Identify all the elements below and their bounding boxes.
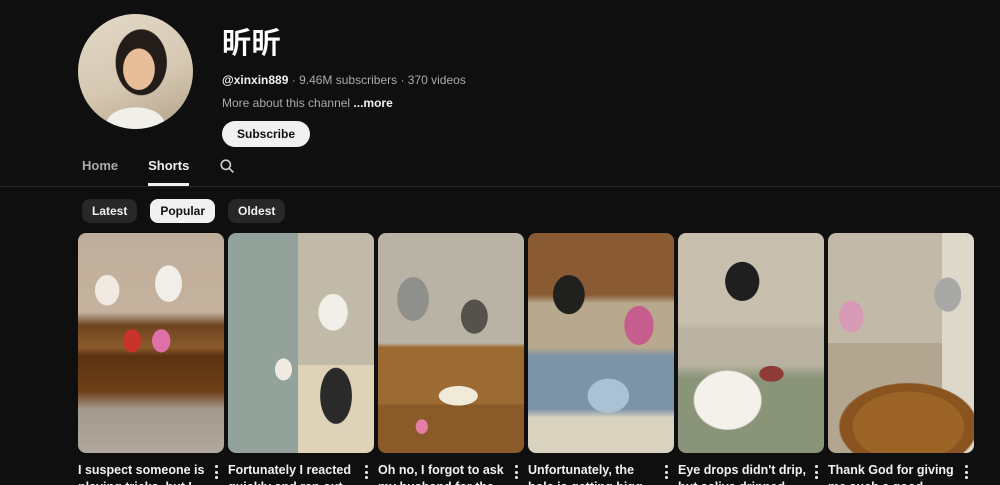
channel-about: More about this channel ...more [222,96,466,110]
about-text: More about this channel [222,96,353,110]
more-options-icon[interactable] [508,462,524,485]
channel-stats: · 9.46M subscribers · 370 videos [288,73,465,87]
shorts-filter-chips: Latest Popular Oldest [82,199,1000,223]
channel-avatar [78,14,193,129]
short-thumbnail[interactable] [378,233,524,453]
tab-home[interactable]: Home [82,156,118,186]
short-thumbnail[interactable] [78,233,224,453]
short-thumbnail[interactable] [528,233,674,453]
short-title[interactable]: Fortunately I reacted quickly and ran ou… [228,462,358,485]
short-card: I suspect someone is playing tricks, but… [78,233,224,485]
card-meta: Unfortunately, the hole is getting bigge… [528,462,674,485]
tab-shorts[interactable]: Shorts [148,156,189,186]
short-card: Thank God for giving me such a good ... … [828,233,974,485]
more-options-icon[interactable] [658,462,674,485]
card-meta: Thank God for giving me such a good ... [828,462,974,485]
search-icon [219,158,235,174]
short-title[interactable]: Unfortunately, the hole is getting bigge… [528,462,658,485]
card-meta: Eye drops didn't drip, but saliva drippe… [678,462,824,485]
short-thumbnail[interactable] [678,233,824,453]
subscribe-button[interactable]: Subscribe [222,121,310,147]
channel-tab-strip: Home Shorts [0,156,1000,187]
channel-meta: @xinxin889 · 9.46M subscribers · 370 vid… [222,73,466,87]
card-meta: I suspect someone is playing tricks, but… [78,462,224,485]
channel-handle: @xinxin889 [222,73,288,87]
short-title[interactable]: Oh no, I forgot to ask my husband for th… [378,462,508,485]
card-meta: Fortunately I reacted quickly and ran ou… [228,462,374,485]
short-card: Eye drops didn't drip, but saliva drippe… [678,233,824,485]
short-thumbnail[interactable] [228,233,374,453]
channel-name: 昕昕 [222,20,466,62]
more-options-icon[interactable] [358,462,374,485]
chip-latest[interactable]: Latest [82,199,137,223]
shorts-grid: I suspect someone is playing tricks, but… [78,233,1000,485]
about-more-link[interactable]: ...more [353,96,392,110]
short-thumbnail[interactable] [828,233,974,453]
channel-header: 昕昕 @xinxin889 · 9.46M subscribers · 370 … [0,0,1000,147]
card-meta: Oh no, I forgot to ask my husband for th… [378,462,524,485]
short-title[interactable]: Eye drops didn't drip, but saliva drippe… [678,462,808,485]
chip-popular[interactable]: Popular [150,199,215,223]
more-options-icon[interactable] [958,462,974,485]
short-card: Fortunately I reacted quickly and ran ou… [228,233,374,485]
chip-oldest[interactable]: Oldest [228,199,285,223]
short-card: Oh no, I forgot to ask my husband for th… [378,233,524,485]
channel-search-button[interactable] [219,156,235,174]
short-title[interactable]: Thank God for giving me such a good ... [828,462,958,485]
short-title[interactable]: I suspect someone is playing tricks, but… [78,462,208,485]
more-options-icon[interactable] [808,462,824,485]
channel-info: 昕昕 @xinxin889 · 9.46M subscribers · 370 … [222,14,466,147]
more-options-icon[interactable] [208,462,224,485]
short-card: Unfortunately, the hole is getting bigge… [528,233,674,485]
